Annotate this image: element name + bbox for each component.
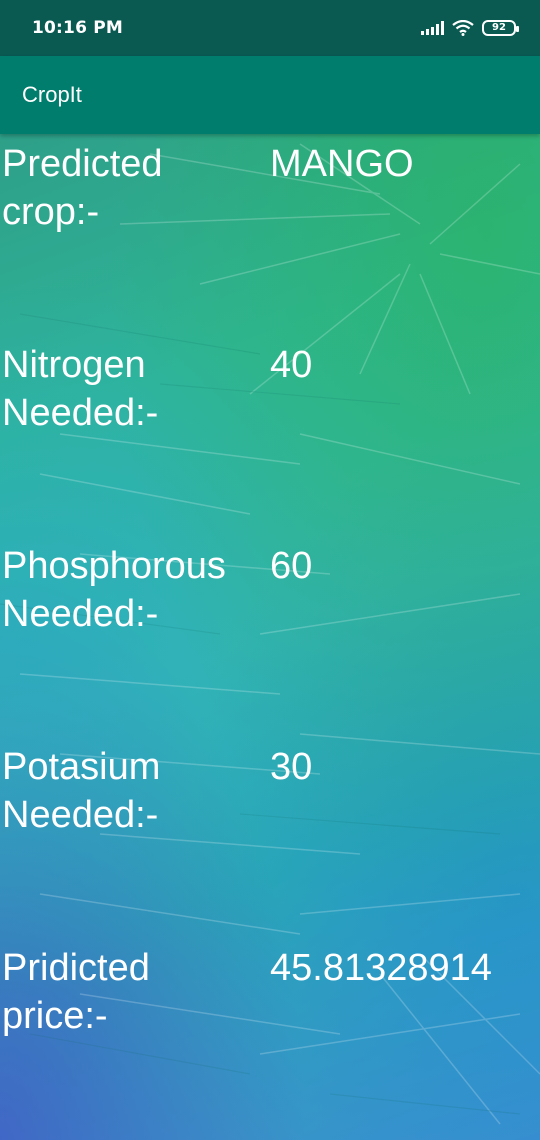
results-panel: Predicted crop:- MANGO Nitrogen Needed:-… xyxy=(0,134,540,1140)
status-bar: 10:16 PM 92 xyxy=(0,0,540,56)
predicted-price-label: Pridicted price:- xyxy=(2,947,150,1037)
status-icons: 92 xyxy=(421,17,519,39)
potasium-label: Potasium Needed:- xyxy=(2,746,161,836)
signal-icon xyxy=(421,21,444,35)
status-time: 10:16 PM xyxy=(32,18,124,38)
app-title: CropIt xyxy=(22,82,82,107)
app-bar: CropIt xyxy=(0,56,540,134)
nitrogen-label: Nitrogen Needed:- xyxy=(2,344,159,434)
battery-icon: 92 xyxy=(482,20,519,36)
predicted-crop-label: Predicted crop:- xyxy=(2,143,163,233)
potasium-value: 30 xyxy=(270,746,313,788)
phosphorous-label: Phosphorous Needed:- xyxy=(2,545,226,635)
nitrogen-value: 40 xyxy=(270,344,313,386)
predicted-price-value: 45.81328914 xyxy=(270,947,492,989)
wifi-icon xyxy=(452,20,474,36)
predicted-crop-value: MANGO xyxy=(270,143,414,185)
battery-level: 92 xyxy=(492,22,506,33)
phosphorous-value: 60 xyxy=(270,545,313,587)
